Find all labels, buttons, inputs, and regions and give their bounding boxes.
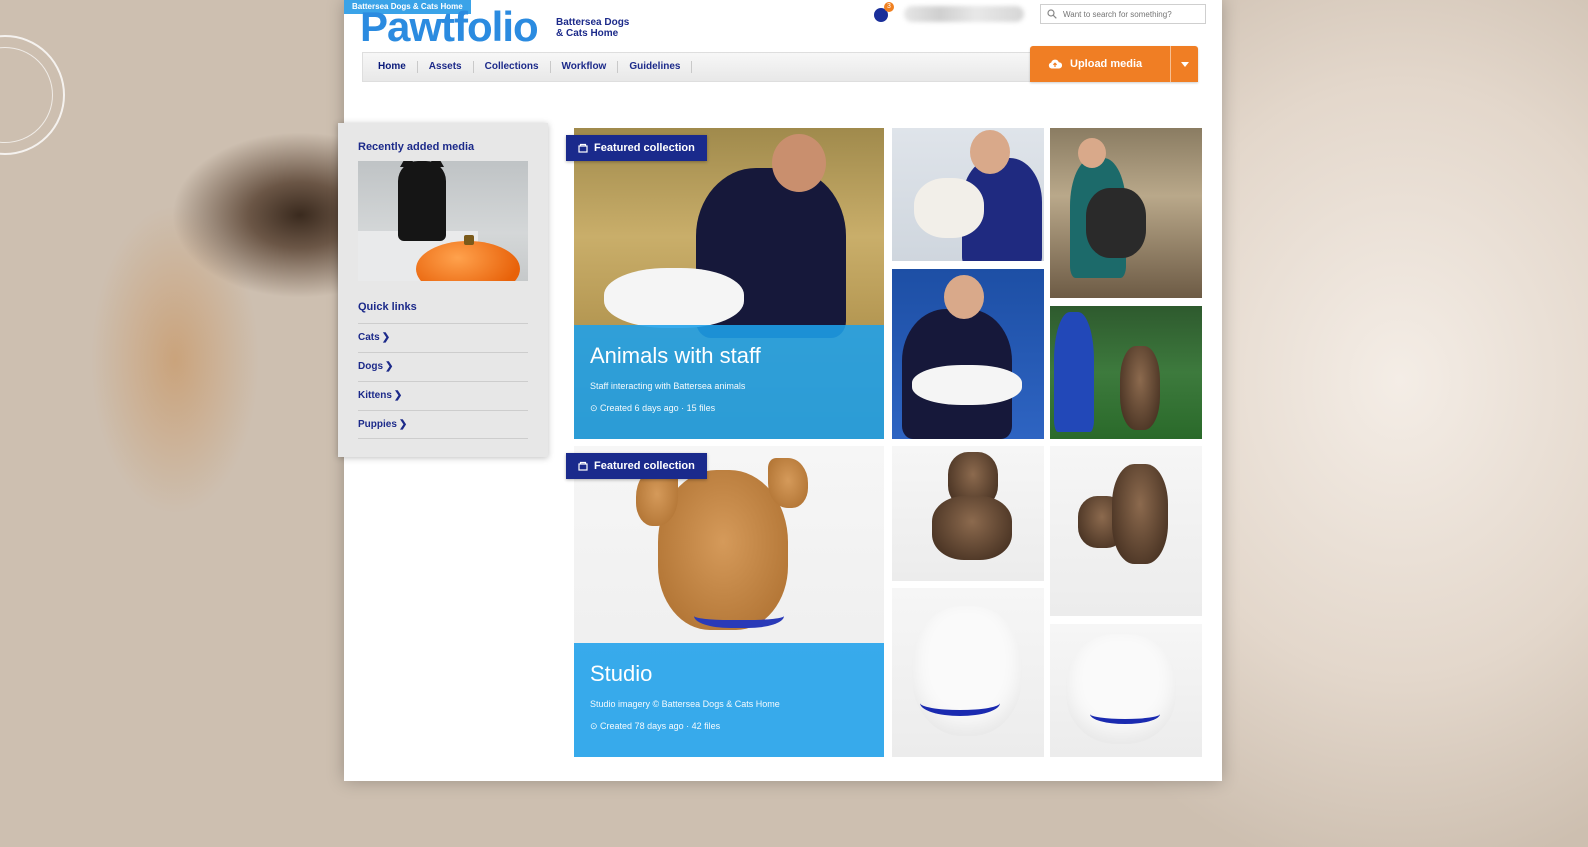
media-thumb-white-dog-lying[interactable]	[1050, 624, 1202, 757]
nav-home[interactable]: Home	[367, 61, 418, 73]
photo-white-dog	[604, 268, 744, 328]
collection-description: Studio imagery © Battersea Dogs & Cats H…	[590, 699, 780, 709]
photo-dog-body	[932, 496, 1012, 560]
chevron-right-icon: ❯	[398, 419, 408, 430]
quick-links-heading: Quick links	[358, 301, 417, 313]
photo-dog-collar	[694, 598, 784, 628]
chevron-right-icon: ❯	[385, 361, 394, 372]
recent-media-thumbnail[interactable]	[358, 161, 528, 281]
photo-dog-body	[1112, 464, 1168, 564]
thumb-black-cat	[398, 161, 446, 241]
collection-card-studio[interactable]: Studio Studio imagery © Battersea Dogs &…	[574, 446, 884, 757]
collection-meta: ⊙ Created 78 days ago · 42 files	[590, 721, 721, 731]
org-name-line2: & Cats Home	[556, 28, 619, 39]
chevron-right-icon: ❯	[393, 390, 403, 401]
photo-cat	[914, 178, 984, 238]
collection-title: Studio	[590, 661, 653, 686]
collection-info-overlay: Animals with staff Staff interacting wit…	[574, 325, 884, 439]
upload-media-button[interactable]: Upload media	[1030, 46, 1198, 82]
featured-collection-label: Featured collection	[594, 460, 695, 472]
collection-title: Animals with staff	[590, 343, 761, 368]
nav-collections[interactable]: Collections	[474, 61, 551, 73]
collection-icon	[578, 143, 588, 153]
photo-white-dog	[912, 606, 1022, 736]
cloud-upload-icon	[1048, 59, 1062, 69]
collection-icon	[578, 461, 588, 471]
upload-media-main[interactable]: Upload media	[1030, 58, 1170, 70]
nav-assets[interactable]: Assets	[418, 61, 474, 73]
quick-link-puppies[interactable]: Puppies ❯	[358, 410, 528, 439]
media-thumb-brindle-dog-playing[interactable]	[1050, 446, 1202, 616]
photo-dog	[1120, 346, 1160, 430]
notification-count-badge: 3	[884, 2, 894, 12]
quick-link-label: Puppies	[358, 419, 397, 430]
nav-guidelines[interactable]: Guidelines	[618, 61, 693, 73]
photo-dog-collar	[1090, 704, 1160, 724]
collection-info-overlay: Studio Studio imagery © Battersea Dogs &…	[574, 643, 884, 757]
thumb-pumpkin-stem	[464, 235, 474, 245]
user-menu[interactable]	[904, 6, 1024, 22]
search-icon	[1047, 9, 1057, 19]
background-seal-logo	[0, 35, 65, 155]
featured-collection-badge: Featured collection	[566, 135, 707, 161]
upload-media-label: Upload media	[1070, 58, 1143, 70]
media-thumb-brindle-dog-standing[interactable]	[892, 446, 1044, 581]
media-thumb-cat-with-staff[interactable]	[892, 128, 1044, 261]
app-window: Battersea Dogs & Cats Home Pawtfolio Bat…	[338, 0, 1222, 781]
photo-vet-head	[1078, 138, 1106, 168]
quick-link-label: Dogs	[358, 361, 383, 372]
quick-link-kittens[interactable]: Kittens ❯	[358, 381, 528, 410]
chevron-right-icon: ❯	[381, 332, 391, 343]
caret-down-icon	[1180, 61, 1189, 67]
photo-puppy	[912, 365, 1022, 405]
search-box[interactable]	[1040, 4, 1206, 24]
collection-description: Staff interacting with Battersea animals	[590, 381, 746, 391]
photo-staff-head	[944, 275, 984, 319]
quick-link-dogs[interactable]: Dogs ❯	[358, 352, 528, 381]
sidebar: Recently added media Quick links Cats ❯ D…	[338, 123, 548, 457]
photo-dog	[1086, 188, 1146, 258]
photo-staff-head	[970, 130, 1010, 174]
quick-link-label: Kittens	[358, 390, 392, 401]
media-thumb-dog-walking[interactable]	[1050, 306, 1202, 439]
recent-media-heading: Recently added media	[358, 141, 475, 153]
nav-workflow[interactable]: Workflow	[551, 61, 619, 73]
media-thumb-white-dog-portrait[interactable]	[892, 588, 1044, 757]
media-thumb-vet-with-dog[interactable]	[1050, 128, 1202, 298]
featured-collection-badge: Featured collection	[566, 453, 707, 479]
search-input[interactable]	[1063, 9, 1199, 19]
featured-collection-label: Featured collection	[594, 142, 695, 154]
quick-link-cats[interactable]: Cats ❯	[358, 323, 528, 352]
quick-link-label: Cats	[358, 332, 380, 343]
org-name-line1: Battersea Dogs	[556, 17, 630, 28]
quick-links-list: Cats ❯ Dogs ❯ Kittens ❯ Puppies ❯	[358, 323, 528, 439]
media-thumb-staff-with-puppy[interactable]	[892, 269, 1044, 439]
collection-card-animals-with-staff[interactable]: Animals with staff Staff interacting wit…	[574, 128, 884, 439]
upload-dropdown-toggle[interactable]	[1170, 46, 1198, 82]
org-name: Battersea Dogs & Cats Home	[556, 17, 629, 39]
photo-white-dog	[1066, 634, 1176, 744]
collection-meta: ⊙ Created 6 days ago · 15 files	[590, 403, 716, 413]
photo-dog-collar	[920, 690, 1000, 716]
photo-staff-member	[1054, 312, 1094, 432]
photo-staff-head	[772, 134, 826, 192]
photo-tan-dog-ear	[768, 458, 808, 508]
app-logo[interactable]: Pawtfolio	[360, 4, 539, 50]
